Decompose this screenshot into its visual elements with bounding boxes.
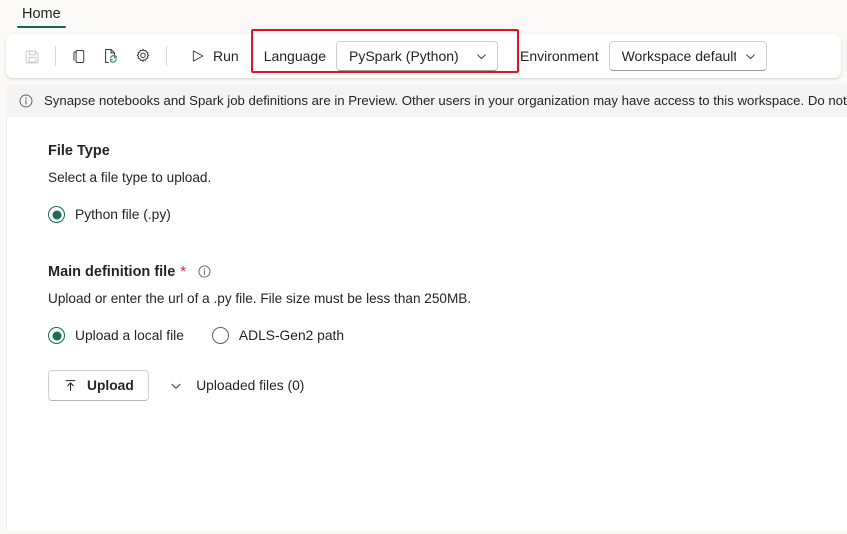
tab-home-label: Home bbox=[22, 6, 61, 22]
language-field-group: Language PySpark (Python) bbox=[264, 34, 498, 78]
radio-option-adls-gen2-path[interactable]: ADLS-Gen2 path bbox=[211, 327, 344, 344]
environment-label: Environment bbox=[519, 48, 599, 64]
preview-banner: Synapse notebooks and Spark job definiti… bbox=[6, 84, 847, 117]
language-dropdown-value: PySpark (Python) bbox=[348, 48, 459, 64]
radio-indicator-unselected[interactable] bbox=[211, 327, 229, 344]
toolbar-separator-1 bbox=[55, 46, 56, 66]
upload-icon bbox=[63, 378, 78, 393]
refresh-document-icon bbox=[102, 47, 120, 65]
environment-field-group: Environment Workspace default bbox=[520, 34, 767, 78]
main-definition-title: Main definition file * bbox=[48, 263, 847, 280]
file-type-radio-group: Python file (.py) bbox=[48, 206, 847, 223]
required-asterisk: * bbox=[180, 263, 187, 280]
run-button[interactable]: Run bbox=[181, 41, 248, 71]
language-dropdown[interactable]: PySpark (Python) bbox=[335, 41, 498, 71]
chevron-down-icon bbox=[744, 50, 757, 63]
preview-banner-text: Synapse notebooks and Spark job definiti… bbox=[44, 93, 847, 108]
radio-indicator-selected[interactable] bbox=[48, 327, 65, 344]
upload-button[interactable]: Upload bbox=[48, 369, 149, 401]
copy-button[interactable] bbox=[63, 41, 95, 71]
uploaded-files-accordion[interactable]: Uploaded files (0) bbox=[169, 378, 304, 393]
main-definition-title-label: Main definition file bbox=[48, 263, 176, 280]
info-icon bbox=[18, 93, 34, 109]
radio-option-upload-local-file-label: Upload a local file bbox=[75, 328, 184, 343]
command-toolbar: Run Language PySpark (Python) Environmen… bbox=[6, 29, 841, 78]
upload-button-label: Upload bbox=[87, 377, 134, 393]
info-icon[interactable] bbox=[197, 264, 212, 279]
language-label: Language bbox=[263, 48, 326, 64]
radio-indicator-selected[interactable] bbox=[48, 206, 65, 223]
toolbar-separator-2 bbox=[166, 46, 167, 66]
chevron-down-icon bbox=[169, 379, 183, 393]
radio-option-python-file-label: Python file (.py) bbox=[75, 207, 171, 222]
toolbar-container: Run Language PySpark (Python) Environmen… bbox=[0, 29, 847, 78]
uploaded-files-label: Uploaded files (0) bbox=[196, 378, 305, 393]
radio-option-python-file[interactable]: Python file (.py) bbox=[48, 206, 171, 223]
play-icon bbox=[190, 48, 206, 64]
chevron-down-icon bbox=[475, 50, 488, 63]
file-type-title-label: File Type bbox=[48, 143, 110, 159]
settings-gear-icon bbox=[134, 47, 152, 65]
refresh-document-button[interactable] bbox=[95, 41, 127, 71]
file-source-radio-group: Upload a local file ADLS-Gen2 path bbox=[48, 327, 847, 344]
tab-active-indicator bbox=[17, 25, 66, 28]
copy-icon bbox=[71, 48, 88, 65]
file-type-title: File Type bbox=[48, 143, 847, 159]
environment-dropdown-value: Workspace default bbox=[621, 48, 736, 64]
radio-option-upload-local-file[interactable]: Upload a local file bbox=[48, 327, 184, 344]
tab-home[interactable]: Home bbox=[14, 0, 69, 28]
save-button[interactable] bbox=[16, 41, 48, 71]
environment-dropdown[interactable]: Workspace default bbox=[608, 41, 767, 71]
job-definition-form: File Type Select a file type to upload. … bbox=[6, 117, 847, 531]
radio-option-adls-gen2-path-label: ADLS-Gen2 path bbox=[238, 328, 344, 343]
settings-button[interactable] bbox=[127, 41, 159, 71]
file-type-description: Select a file type to upload. bbox=[48, 170, 212, 185]
main-definition-description: Upload or enter the url of a .py file. F… bbox=[48, 291, 472, 306]
run-button-label: Run bbox=[213, 48, 239, 64]
save-icon bbox=[24, 48, 41, 65]
ribbon-tab-bar: Home bbox=[0, 0, 847, 29]
